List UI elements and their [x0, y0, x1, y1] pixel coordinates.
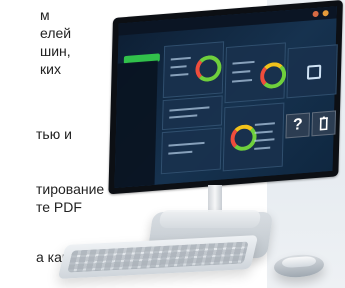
text-line-3: шин,: [40, 43, 71, 59]
list-line: [168, 141, 205, 147]
text-line-6: тирование: [36, 181, 105, 197]
dashboard-topbar: [118, 6, 337, 36]
status-panel: [162, 41, 225, 99]
list-line: [170, 56, 191, 61]
status-panel: [222, 102, 285, 172]
text-line-1: м: [40, 7, 50, 23]
info-panel: [161, 95, 223, 131]
status-panel: [224, 42, 287, 104]
list-line: [170, 65, 187, 69]
text-line-2: елей: [40, 25, 72, 41]
list-line: [232, 79, 253, 83]
text-line-5: тью и: [36, 126, 72, 142]
list-line: [169, 114, 198, 119]
list-line: [254, 122, 275, 126]
monitor: ?: [108, 0, 343, 195]
text-line-7: те PDF: [36, 199, 82, 215]
list-line: [254, 138, 275, 142]
status-ring: [195, 54, 222, 83]
status-ring: [230, 123, 257, 152]
list-line: [254, 146, 271, 150]
bottom-panel: [160, 127, 222, 175]
status-dot: [322, 9, 329, 17]
lock-icon: [306, 64, 322, 80]
dashboard-sidebar: [114, 60, 158, 188]
list-line: [169, 106, 210, 112]
lock-panel: [286, 44, 338, 99]
trash-icon: [319, 116, 328, 131]
dashboard: ?: [114, 6, 338, 188]
status-dot: [312, 10, 319, 18]
list-line: [232, 60, 255, 65]
keyboard-keys: [67, 241, 249, 273]
trash-tile[interactable]: [311, 110, 337, 137]
list-line: [168, 150, 193, 155]
keyboard: [57, 235, 259, 279]
list-line: [232, 70, 251, 74]
list-line: [170, 73, 189, 77]
monitor-stand-top: [158, 210, 262, 228]
status-ring: [259, 61, 287, 90]
text-line-4: ких: [40, 61, 61, 77]
help-icon: ?: [292, 116, 303, 134]
monitor-screen: ?: [108, 0, 343, 195]
list-line: [254, 130, 273, 134]
help-tile[interactable]: ?: [285, 112, 311, 139]
